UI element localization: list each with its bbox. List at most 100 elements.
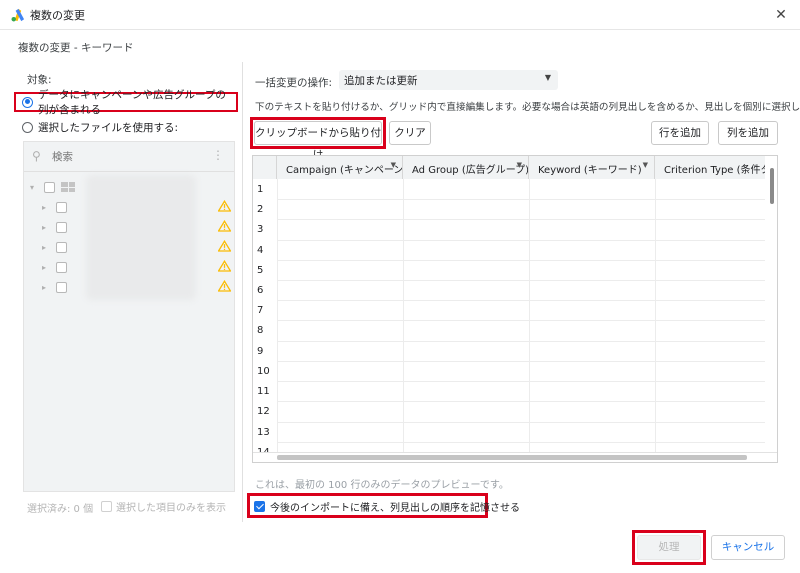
grid-horizontal-scrollbar[interactable] xyxy=(253,452,777,462)
grid-row-line xyxy=(277,381,767,382)
tree-item-checkbox[interactable] xyxy=(56,201,67,213)
vertical-scroll-thumb[interactable] xyxy=(770,168,774,204)
account-grid-icon xyxy=(61,182,75,192)
grid-row-line xyxy=(277,361,767,362)
row-number: 5 xyxy=(257,265,264,276)
data-grid[interactable]: Campaign (キャンペーン) ▼ Ad Group (広告グループ) ▼ … xyxy=(252,155,778,463)
expand-caret-icon[interactable]: ▸ xyxy=(42,203,50,212)
preview-note: これは、最初の 100 行のみのデータのプレビューです。 xyxy=(255,480,509,491)
bulk-action-label: 一括変更の操作: xyxy=(255,77,333,89)
file-tree-panel: ⚲ ⋮ ▾ ▸ ▸ ▸ ▸ ▸ xyxy=(23,141,235,492)
expand-caret-icon[interactable]: ▸ xyxy=(42,283,50,292)
radio-use-selected-file[interactable]: 選択したファイルを使用する: xyxy=(22,118,178,136)
bulk-action-value: 追加または更新 xyxy=(344,75,418,87)
tree-item-checkbox[interactable] xyxy=(56,281,67,293)
warning-icon xyxy=(218,280,231,292)
add-column-button[interactable]: 列を追加 xyxy=(718,121,778,145)
grid-vertical-scrollbar[interactable] xyxy=(765,156,777,452)
grid-row-line xyxy=(277,422,767,423)
expand-caret-icon[interactable]: ▸ xyxy=(42,243,50,252)
row-number: 1 xyxy=(257,184,264,195)
process-button[interactable]: 処理 xyxy=(637,535,701,560)
radio-file-label: 選択したファイルを使用する: xyxy=(38,121,179,134)
warning-icon xyxy=(218,260,231,272)
radio-selected-icon xyxy=(22,96,33,108)
dialog-subtitle: 複数の変更 - キーワード xyxy=(18,42,134,54)
tree-item[interactable]: ▸ xyxy=(42,220,67,234)
bulk-action-select[interactable]: 追加または更新 ▼ xyxy=(339,70,558,90)
tree-item[interactable]: ▸ xyxy=(42,240,67,254)
grid-corner xyxy=(253,156,277,179)
column-header-ad-group[interactable]: Ad Group (広告グループ) ▼ xyxy=(403,156,529,179)
horizontal-scroll-thumb[interactable] xyxy=(277,455,747,460)
warning-icon xyxy=(218,220,231,232)
warning-icon xyxy=(218,240,231,252)
column-dropdown-icon[interactable]: ▼ xyxy=(391,161,396,169)
row-number: 9 xyxy=(257,346,264,357)
row-number: 4 xyxy=(257,245,264,256)
radio-data-contains-columns[interactable]: データにキャンペーンや広告グループの列が含まれる xyxy=(14,89,238,116)
clear-button[interactable]: クリア xyxy=(389,121,431,145)
grid-header-row: Campaign (キャンペーン) ▼ Ad Group (広告グループ) ▼ … xyxy=(277,156,777,179)
expand-caret-icon[interactable]: ▸ xyxy=(42,223,50,232)
grid-column-line xyxy=(655,179,656,459)
column-dropdown-icon[interactable]: ▼ xyxy=(517,161,522,169)
row-number: 8 xyxy=(257,325,264,336)
show-selected-label: 選択した項目のみを表示 xyxy=(116,503,226,514)
column-header-criterion-type[interactable]: Criterion Type (条件タイプ) ▼ xyxy=(655,156,777,179)
column-header-label: Campaign (キャンペーン) xyxy=(286,165,403,176)
tree-item[interactable]: ▸ xyxy=(42,280,67,294)
grid-row-line xyxy=(277,300,767,301)
remember-checkbox[interactable] xyxy=(254,501,265,512)
column-dropdown-icon[interactable]: ▼ xyxy=(643,161,648,169)
cancel-button[interactable]: キャンセル xyxy=(711,535,785,560)
grid-row-line xyxy=(277,401,767,402)
tree-item-checkbox[interactable] xyxy=(56,221,67,233)
column-header-campaign[interactable]: Campaign (キャンペーン) ▼ xyxy=(277,156,403,179)
google-ads-logo-icon xyxy=(11,8,25,22)
paste-from-clipboard-button[interactable]: クリップボードから貼り付け xyxy=(254,121,382,161)
column-header-label: Criterion Type (条件タイプ) xyxy=(664,165,777,176)
redacted-account-names xyxy=(86,175,196,300)
grid-row-line xyxy=(277,341,767,342)
column-header-label: Ad Group (広告グループ) xyxy=(412,165,529,176)
grid-column-line xyxy=(403,179,404,459)
grid-row-line xyxy=(277,260,767,261)
add-row-button[interactable]: 行を追加 xyxy=(651,121,709,145)
panel-divider xyxy=(242,62,243,522)
dropdown-arrow-icon: ▼ xyxy=(544,73,551,82)
remember-column-order-toggle[interactable]: 今後のインポートに備え、列見出しの順序を記憶させる xyxy=(254,499,520,514)
title-bar: 複数の変更 ✕ xyxy=(0,0,800,30)
column-header-keyword[interactable]: Keyword (キーワード) ▼ xyxy=(529,156,655,179)
tree-root-checkbox[interactable] xyxy=(44,181,55,193)
tree-root-row[interactable]: ▾ xyxy=(30,180,75,194)
show-selected-only-toggle[interactable]: 選択した項目のみを表示 xyxy=(101,499,226,514)
tree-search-bar: ⚲ ⋮ xyxy=(24,142,234,172)
grid-row-line xyxy=(277,280,767,281)
remember-label: 今後のインポートに備え、列見出しの順序を記憶させる xyxy=(270,503,520,514)
target-label: 対象: xyxy=(27,74,52,86)
row-number: 10 xyxy=(257,366,270,377)
tree-item-checkbox[interactable] xyxy=(56,261,67,273)
tree-item-checkbox[interactable] xyxy=(56,241,67,253)
row-number: 2 xyxy=(257,204,264,215)
grid-row-line xyxy=(277,199,767,200)
row-number: 6 xyxy=(257,285,264,296)
row-number: 3 xyxy=(257,224,264,235)
more-options-icon[interactable]: ⋮ xyxy=(212,148,224,162)
tree-item[interactable]: ▸ xyxy=(42,260,67,274)
show-selected-checkbox[interactable] xyxy=(101,501,112,512)
grid-row-line xyxy=(277,442,767,443)
collapse-caret-icon[interactable]: ▾ xyxy=(30,183,38,192)
row-number: 11 xyxy=(257,386,270,397)
radio-data-label: データにキャンペーンや広告グループの列が含まれる xyxy=(38,89,226,116)
grid-column-line xyxy=(277,179,278,459)
tree-item[interactable]: ▸ xyxy=(42,200,67,214)
expand-caret-icon[interactable]: ▸ xyxy=(42,263,50,272)
grid-column-line xyxy=(529,179,530,459)
grid-row-line xyxy=(277,219,767,220)
tree-search-input[interactable] xyxy=(52,148,212,166)
row-number: 12 xyxy=(257,406,270,417)
window-title: 複数の変更 xyxy=(30,9,85,22)
close-icon[interactable]: ✕ xyxy=(770,4,792,26)
